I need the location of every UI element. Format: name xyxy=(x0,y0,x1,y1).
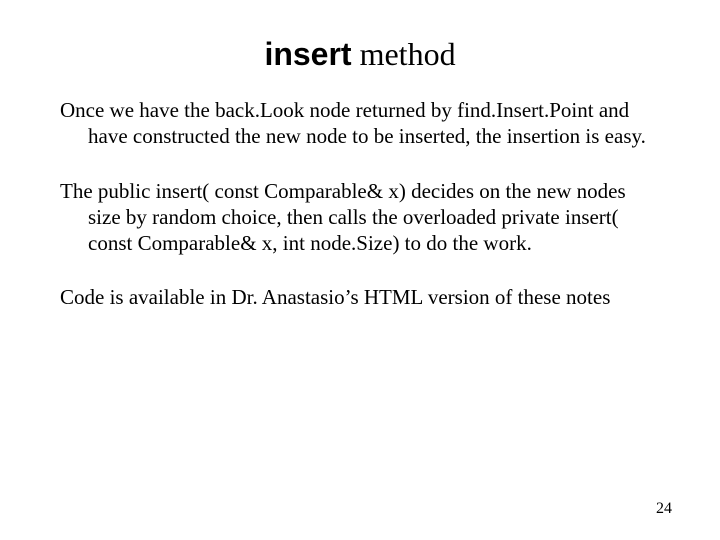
page-number: 24 xyxy=(656,500,672,518)
paragraph-3: Code is available in Dr. Anastasio’s HTM… xyxy=(60,284,660,310)
paragraph-1: Once we have the back.Look node returned… xyxy=(60,97,660,150)
paragraph-2: The public insert( const Comparable& x) … xyxy=(60,178,660,257)
title-rest: method xyxy=(352,36,456,72)
slide-title: insert method xyxy=(60,36,660,73)
title-code-word: insert xyxy=(264,36,351,72)
slide: insert method Once we have the back.Look… xyxy=(0,0,720,540)
